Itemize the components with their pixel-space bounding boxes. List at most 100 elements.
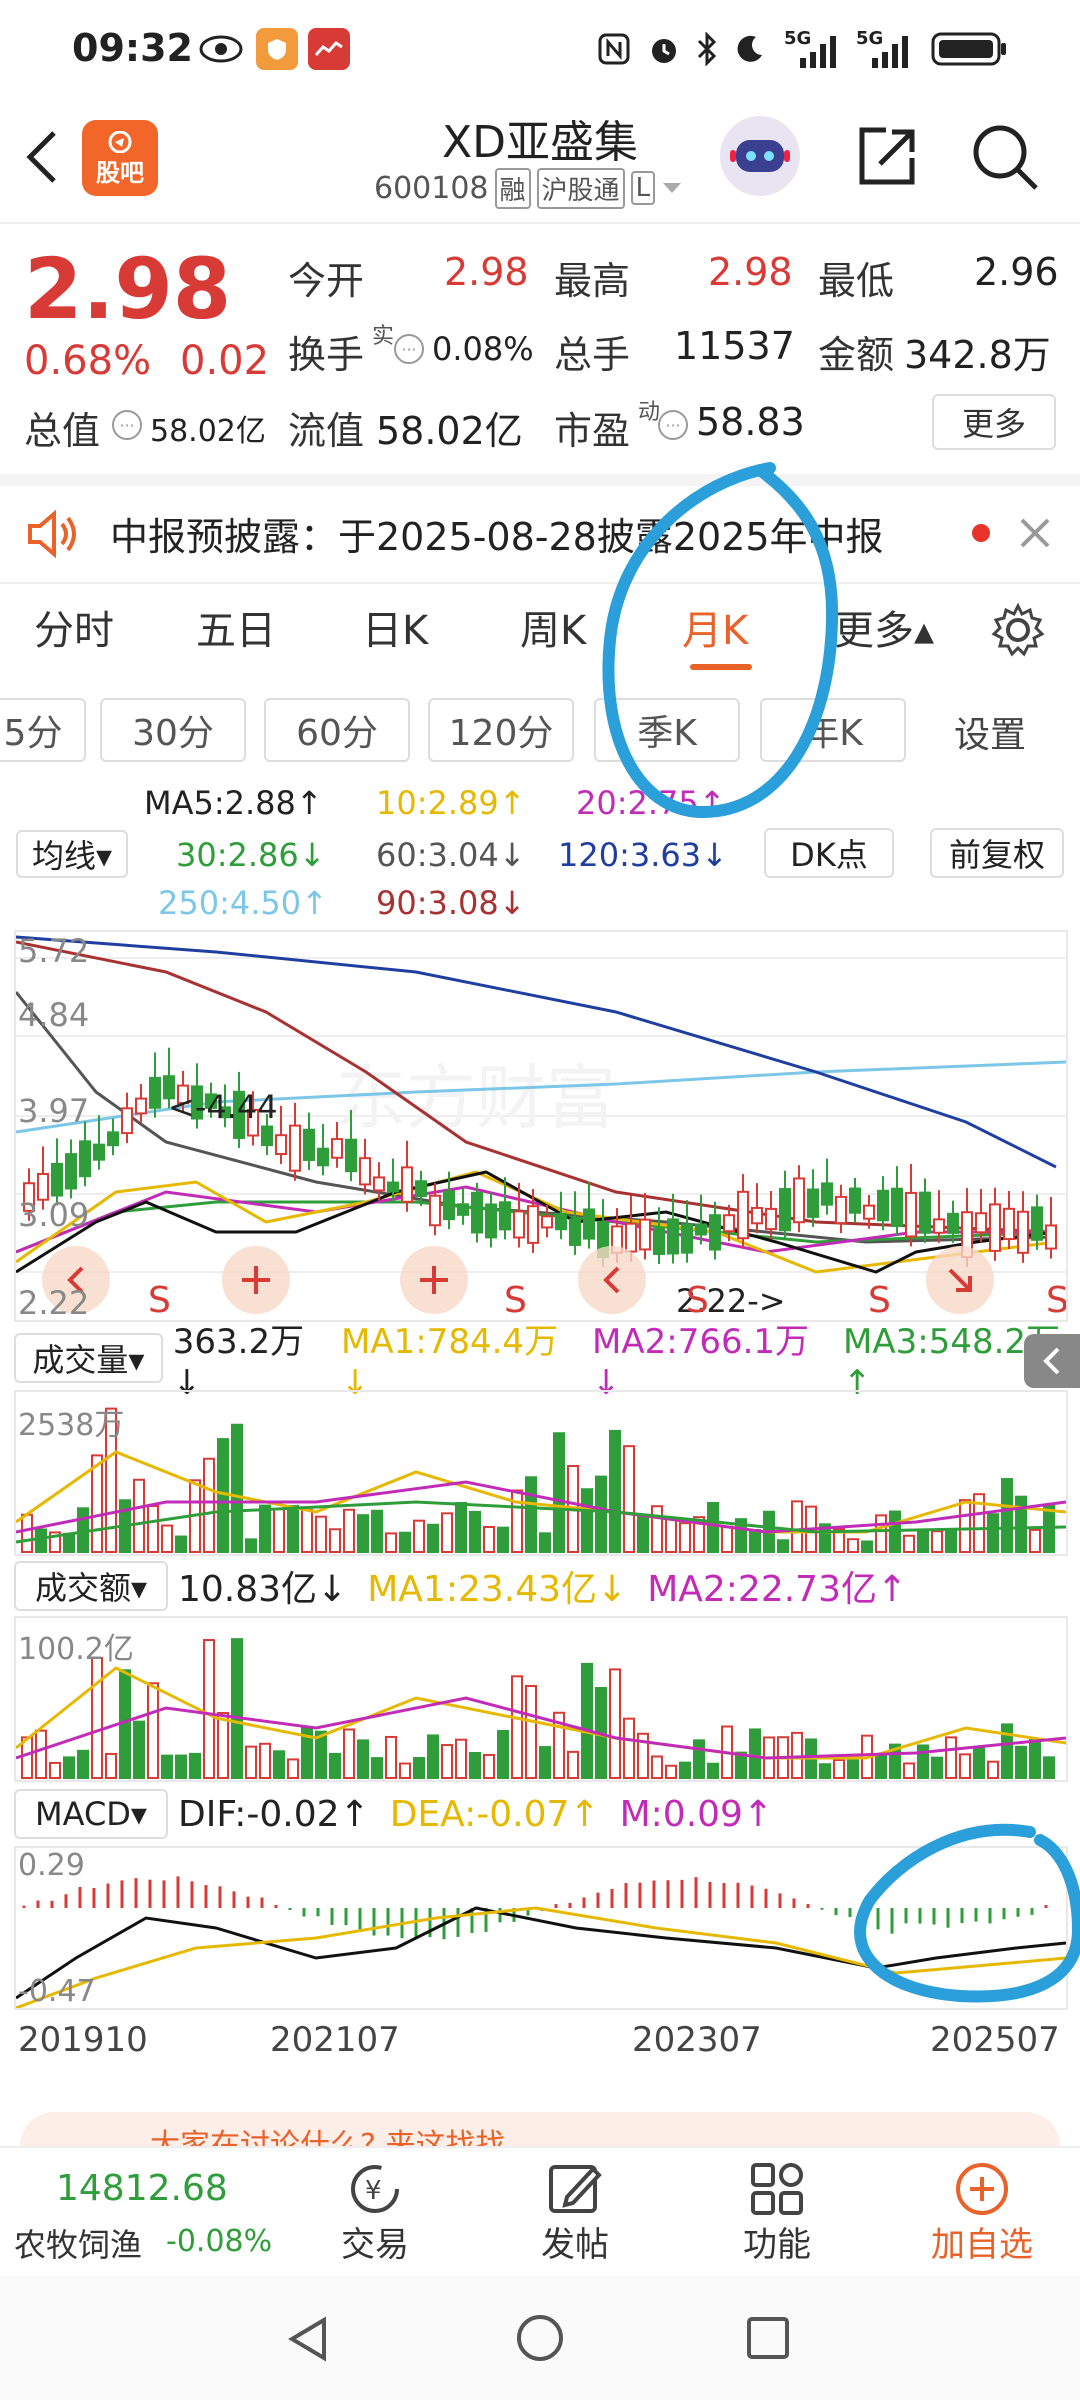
- volume-bar: [161, 1754, 173, 1779]
- volume-bar: [651, 1505, 663, 1553]
- x-label-3: 202307: [632, 2020, 762, 2060]
- x-label-1: 201910: [18, 2020, 148, 2060]
- volume-ymax: 2538万: [18, 1408, 125, 1443]
- volume-bar: [343, 1728, 355, 1779]
- nav-post[interactable]: 发帖: [520, 2148, 630, 2278]
- macd-chart[interactable]: 0.29 -0.47: [14, 1846, 1068, 2010]
- volume-bar: [609, 1429, 621, 1553]
- amount-ma1: MA1:23.43亿↓: [367, 1569, 628, 1610]
- volume-bar: [581, 1488, 593, 1553]
- mktcap-label: 总值: [24, 409, 101, 453]
- volume-bar: [77, 1749, 89, 1780]
- volume-bar: [945, 1736, 957, 1779]
- guba-button[interactable]: 股吧: [82, 120, 158, 196]
- macd-header: MACD▾ DIF:-0.02↑ DEA:-0.07↑ M:0.09↑: [14, 1786, 1080, 1842]
- info-dots-icon-3[interactable]: ···: [658, 410, 688, 440]
- info-dots-icon[interactable]: ···: [394, 334, 424, 364]
- caret-down-icon[interactable]: [661, 181, 683, 195]
- nav-trade[interactable]: ¥ 交易: [320, 2148, 430, 2278]
- kline-chart[interactable]: 东方财富 <-4.44 2.22-> S S S S S 5.72 4.84 3…: [14, 930, 1069, 1322]
- nav-trade-label: 交易: [341, 2224, 409, 2265]
- current-price: 2.98: [24, 240, 232, 338]
- volume-bar: [623, 1717, 635, 1780]
- candle: [989, 1203, 1001, 1252]
- share-button[interactable]: [852, 122, 922, 192]
- fq-button[interactable]: 前复权: [930, 828, 1064, 878]
- tab-weekly-k[interactable]: 周K: [520, 598, 586, 656]
- volume-bar: [749, 1528, 761, 1553]
- turnover-label: 换手: [288, 333, 365, 377]
- subtab-60min[interactable]: 60分: [264, 698, 410, 762]
- volume-bar: [595, 1475, 607, 1553]
- subtab-30min[interactable]: 30分: [100, 698, 246, 762]
- volume-bar: [63, 1532, 75, 1553]
- volume-bar: [189, 1752, 201, 1780]
- discussion-banner[interactable]: 大家在讨论什么? 来这找找: [20, 2112, 1060, 2146]
- recents-square-icon[interactable]: [744, 2314, 792, 2362]
- subtab-settings[interactable]: 设置: [954, 706, 1026, 758]
- max-note: <-4.44: [168, 1088, 278, 1126]
- volume-bar: [343, 1508, 355, 1553]
- volume-chart[interactable]: 2538万: [14, 1390, 1068, 1556]
- volume-selector[interactable]: 成交量▾: [14, 1333, 163, 1383]
- volume-bar: [637, 1514, 649, 1553]
- amount-selector[interactable]: 成交额▾: [14, 1561, 168, 1611]
- search-button[interactable]: [970, 122, 1040, 192]
- gear-icon[interactable]: [990, 602, 1046, 658]
- close-icon[interactable]: [1018, 516, 1052, 550]
- grid-icon: [751, 2162, 803, 2215]
- volume-bar: [945, 1529, 957, 1553]
- candle: [401, 1166, 413, 1203]
- home-circle-icon[interactable]: [514, 2312, 566, 2364]
- subtab-120min[interactable]: 120分: [428, 698, 574, 762]
- nav-add-watchlist[interactable]: 加自选: [912, 2148, 1052, 2278]
- volume-bar: [147, 1682, 159, 1779]
- stock-app-icon: [308, 28, 350, 70]
- dk-point-button[interactable]: DK点: [764, 828, 894, 878]
- robot-assistant-button[interactable]: [720, 116, 800, 196]
- tab-monthly-k[interactable]: 月K: [682, 598, 748, 656]
- notice-bar[interactable]: 中报预披露：于2025-08-28披露2025年中报: [0, 486, 1080, 582]
- signal-5g-icon-2: 5G: [854, 28, 918, 70]
- volume-bar: [441, 1744, 453, 1779]
- candle: [429, 1194, 441, 1227]
- kline-y-label-5: 2.22: [18, 1284, 90, 1322]
- ma10-label: 10:2.89↑: [376, 784, 526, 822]
- index-name[interactable]: 农牧饲渔: [14, 2220, 142, 2266]
- volume-bar: [399, 1531, 411, 1554]
- change-amount: 0.02: [180, 338, 270, 384]
- volume-bar: [35, 1528, 47, 1554]
- tab-more[interactable]: 更多▴: [834, 598, 934, 656]
- tab-intraday[interactable]: 分时: [34, 598, 114, 656]
- candle: [1031, 1206, 1043, 1241]
- amount-header: 成交额▾ 10.83亿↓ MA1:23.43亿↓ MA2:22.73亿↑: [14, 1558, 1080, 1614]
- more-quote-button[interactable]: 更多: [932, 394, 1056, 450]
- kline-y-label-3: 3.97: [18, 1092, 90, 1130]
- subtab-year-k[interactable]: 年K: [760, 698, 906, 762]
- amount-chart[interactable]: 100.2亿: [14, 1616, 1068, 1782]
- trade-icon: ¥: [351, 2164, 399, 2213]
- volume-bar: [931, 1756, 943, 1779]
- tab-five-day[interactable]: 五日: [196, 598, 276, 656]
- volume-bar: [161, 1524, 173, 1554]
- volume-bar: [427, 1523, 439, 1554]
- volume-bar: [665, 1517, 677, 1553]
- info-dots-icon-2[interactable]: ···: [112, 410, 142, 440]
- candle: [1003, 1207, 1015, 1241]
- ma-selector[interactable]: 均线▾: [16, 830, 128, 878]
- tab-daily-k[interactable]: 日K: [362, 598, 428, 656]
- candle: [891, 1187, 903, 1228]
- back-button[interactable]: [24, 122, 74, 192]
- back-triangle-icon[interactable]: [284, 2314, 334, 2364]
- volume-bar: [819, 1763, 831, 1780]
- subtab-5min[interactable]: 5分: [0, 698, 86, 762]
- index-change[interactable]: -0.08%: [166, 2224, 272, 2259]
- volume-bar: [413, 1519, 425, 1553]
- index-value[interactable]: 14812.68: [56, 2168, 228, 2209]
- nav-function[interactable]: 功能: [722, 2148, 832, 2278]
- subtab-quarter-k[interactable]: 季K: [594, 698, 740, 762]
- notice-text: 中报预披露：于2025-08-28披露2025年中报: [110, 515, 884, 559]
- candle: [639, 1218, 651, 1251]
- collapse-panel-button[interactable]: [1024, 1334, 1080, 1388]
- macd-selector[interactable]: MACD▾: [14, 1789, 168, 1839]
